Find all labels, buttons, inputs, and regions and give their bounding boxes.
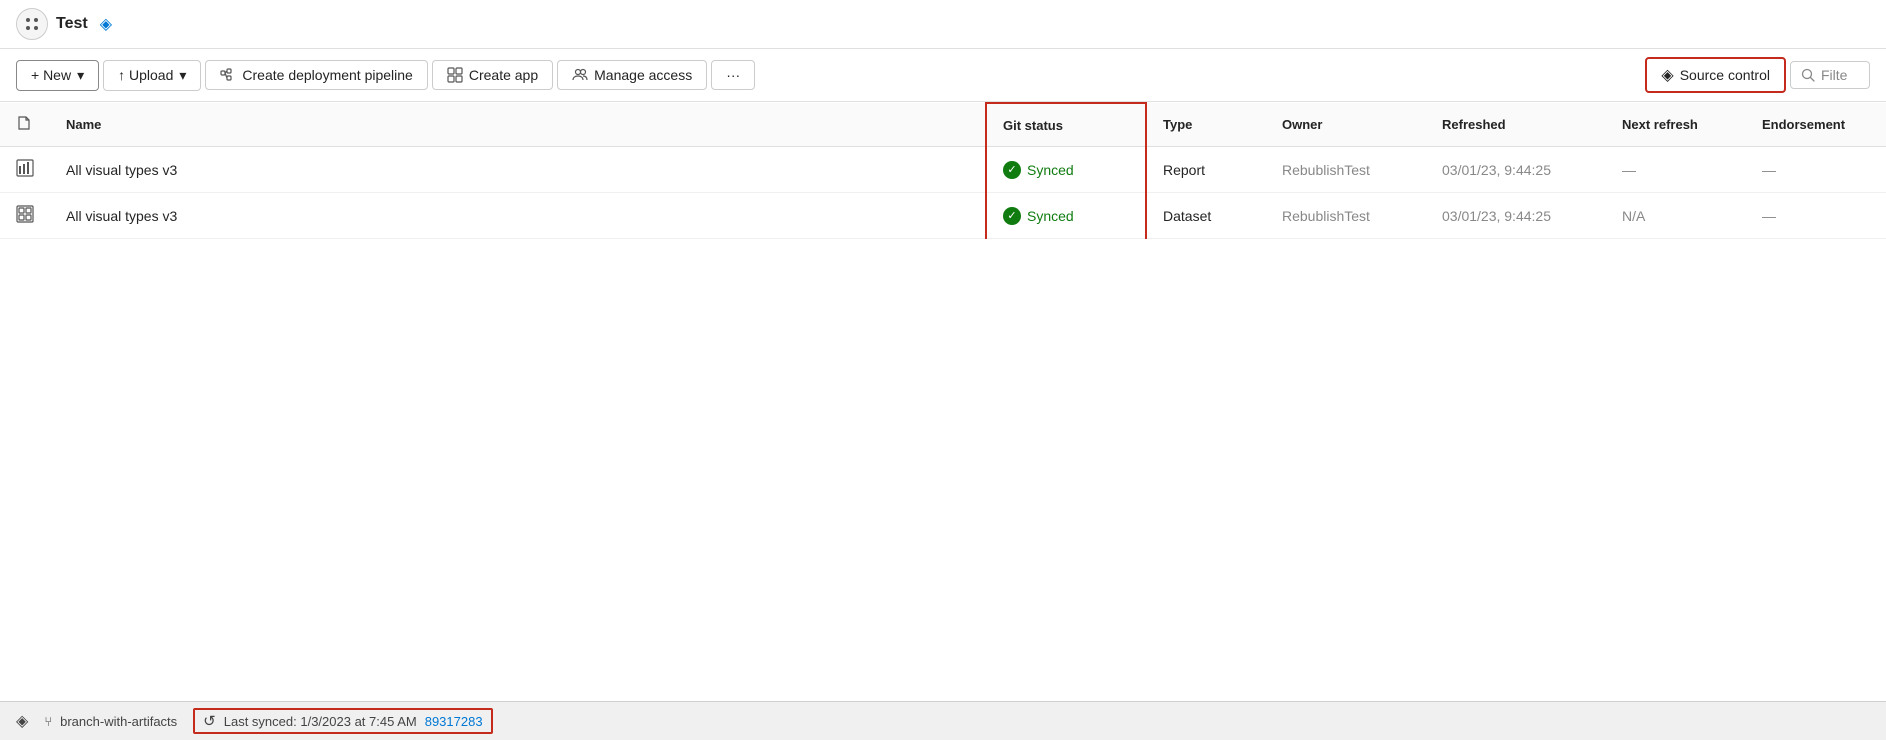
create-app-label: Create app <box>469 67 538 83</box>
manage-access-label: Manage access <box>594 67 692 83</box>
status-source-icon: ◈ <box>16 711 28 731</box>
upload-button[interactable]: ↑ Upload ▾ <box>103 60 201 91</box>
row1-more-icon[interactable]: ··· <box>246 160 268 180</box>
branch-name: branch-with-artifacts <box>60 714 177 729</box>
col-header-next-refresh: Next refresh <box>1606 103 1746 147</box>
create-pipeline-button[interactable]: Create deployment pipeline <box>205 60 427 90</box>
source-control-button[interactable]: ◈ Source control <box>1645 57 1786 93</box>
more-button[interactable]: ··· <box>711 60 755 90</box>
row2-icon-cell <box>0 193 50 239</box>
diamond-icon: ◈ <box>100 14 112 34</box>
row1-endorsement: — <box>1746 147 1886 193</box>
file-icon <box>16 115 32 131</box>
source-control-status: ◈ <box>16 711 28 731</box>
branch-section: ⑂ branch-with-artifacts <box>44 714 177 729</box>
create-app-icon <box>447 67 463 83</box>
items-table: Name Git status Type Owner Refreshed Nex… <box>0 102 1886 239</box>
new-button-label: + New <box>31 67 71 83</box>
main-content: Name Git status Type Owner Refreshed Nex… <box>0 102 1886 701</box>
upload-label: ↑ Upload <box>118 67 173 83</box>
report-icon <box>16 159 34 177</box>
row1-icon-cell <box>0 147 50 193</box>
sync-status-section: ↺ Last synced: 1/3/2023 at 7:45 AM 89317… <box>193 708 492 734</box>
workspace-title: Test <box>56 15 88 33</box>
row1-next-refresh: — <box>1606 147 1746 193</box>
row1-type: Report <box>1146 147 1266 193</box>
col-header-icon <box>0 103 50 147</box>
header-bar: Test ◈ <box>0 0 1886 49</box>
row2-git-status: Synced <box>1027 208 1074 224</box>
new-button[interactable]: + New ▾ <box>16 60 99 91</box>
source-control-icon: ◈ <box>1661 65 1673 85</box>
col-header-type: Type <box>1146 103 1266 147</box>
row1-owner: RebublishTest <box>1266 147 1426 193</box>
row1-name: All visual types v3 <box>66 162 177 178</box>
search-area[interactable]: Filte <box>1790 61 1870 89</box>
col-header-git-status: Git status <box>986 103 1146 147</box>
row1-synced-icon: ✓ <box>1003 161 1021 179</box>
status-bar: ◈ ⑂ branch-with-artifacts ↺ Last synced:… <box>0 701 1886 740</box>
more-icon: ··· <box>726 67 740 83</box>
toolbar: + New ▾ ↑ Upload ▾ Create deployment pip… <box>0 49 1886 102</box>
row1-share-icon[interactable]: ↗ <box>189 159 209 180</box>
row2-share-icon[interactable]: ↗ <box>189 205 209 226</box>
manage-access-icon <box>572 67 588 83</box>
row2-endorsement: — <box>1746 193 1886 239</box>
sync-icon: ↺ <box>203 712 216 730</box>
new-dropdown-icon: ▾ <box>77 67 84 84</box>
manage-access-button[interactable]: Manage access <box>557 60 707 90</box>
table-row: All visual types v3 ↗ ☆ ··· ✓ Synced Rep <box>0 147 1886 193</box>
table-row: All visual types v3 ↗ ☆ ··· ✓ Synced Dat <box>0 193 1886 239</box>
row2-refreshed: 03/01/23, 9:44:25 <box>1426 193 1606 239</box>
row2-synced-icon: ✓ <box>1003 207 1021 225</box>
row2-owner: RebublishTest <box>1266 193 1426 239</box>
row2-synced-badge: ✓ Synced <box>1003 207 1129 225</box>
search-icon <box>1801 68 1815 82</box>
upload-dropdown-icon: ▾ <box>179 67 186 84</box>
filter-label: Filte <box>1821 67 1847 83</box>
workspace-icon <box>16 8 48 40</box>
row1-synced-badge: ✓ Synced <box>1003 161 1129 179</box>
row2-more-icon[interactable]: ··· <box>246 206 268 226</box>
row1-name-cell: All visual types v3 ↗ ☆ ··· <box>50 147 986 193</box>
dataset-icon <box>16 205 34 223</box>
row1-git-status-cell: ✓ Synced <box>986 147 1146 193</box>
row1-git-status: Synced <box>1027 162 1074 178</box>
row2-name: All visual types v3 <box>66 208 177 224</box>
branch-icon: ⑂ <box>44 714 52 729</box>
create-pipeline-label: Create deployment pipeline <box>242 67 412 83</box>
create-app-button[interactable]: Create app <box>432 60 553 90</box>
row2-next-refresh: N/A <box>1606 193 1746 239</box>
col-header-refreshed: Refreshed <box>1426 103 1606 147</box>
source-control-label: Source control <box>1680 67 1770 83</box>
last-synced-label: Last synced: 1/3/2023 at 7:45 AM <box>224 714 417 729</box>
row2-name-cell: All visual types v3 ↗ ☆ ··· <box>50 193 986 239</box>
row2-star-icon[interactable]: ☆ <box>217 205 238 226</box>
col-header-endorsement: Endorsement <box>1746 103 1886 147</box>
table-header-row: Name Git status Type Owner Refreshed Nex… <box>0 103 1886 147</box>
row2-git-status-cell: ✓ Synced <box>986 193 1146 239</box>
commit-hash: 89317283 <box>425 714 483 729</box>
row1-refreshed: 03/01/23, 9:44:25 <box>1426 147 1606 193</box>
col-header-owner: Owner <box>1266 103 1426 147</box>
row1-star-icon[interactable]: ☆ <box>217 159 238 180</box>
pipeline-icon <box>220 67 236 83</box>
row2-type: Dataset <box>1146 193 1266 239</box>
col-header-name: Name <box>50 103 986 147</box>
